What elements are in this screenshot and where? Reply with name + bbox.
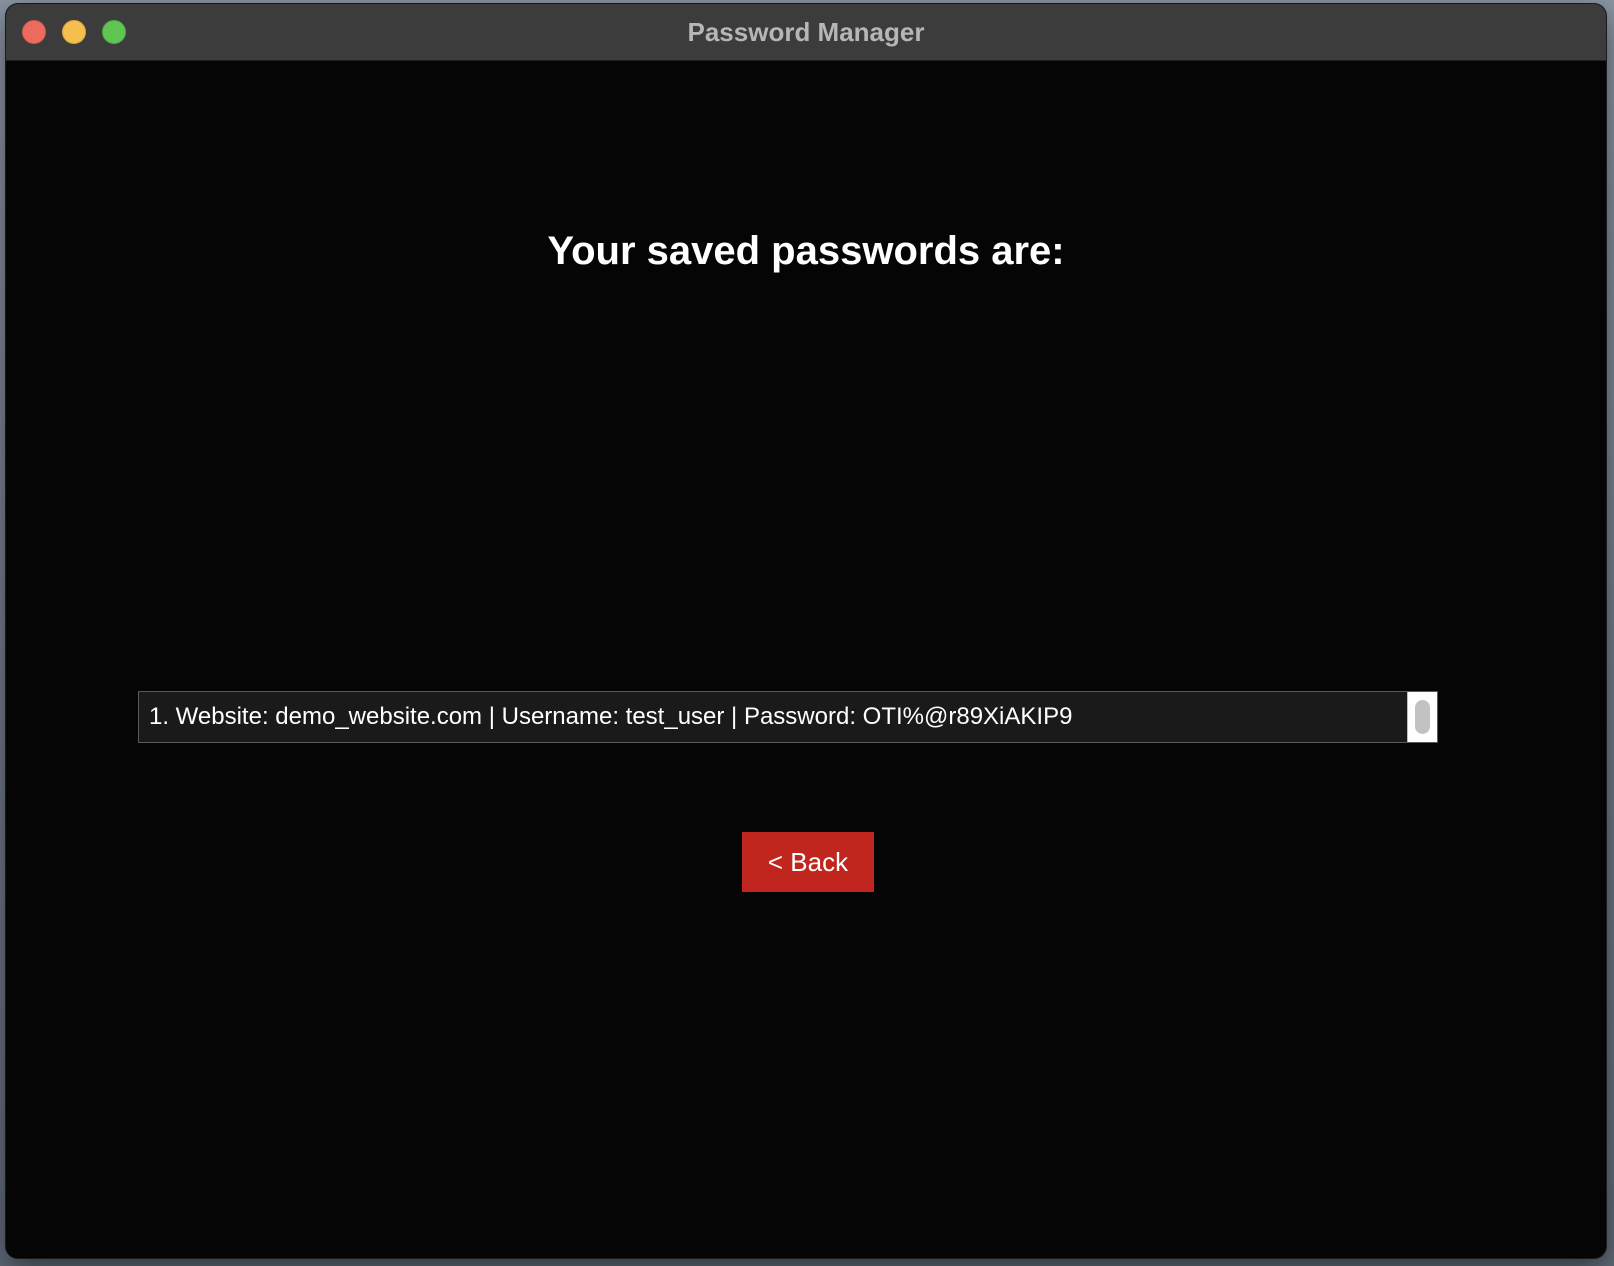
title-bar[interactable]: Password Manager	[6, 4, 1606, 61]
listbox-scrollbar[interactable]	[1407, 692, 1437, 742]
app-window: Password Manager Your saved passwords ar…	[6, 4, 1606, 1258]
back-button[interactable]: < Back	[742, 832, 874, 892]
saved-passwords-listbox[interactable]: 1. Website: demo_website.com | Username:…	[138, 691, 1438, 743]
scrollbar-thumb[interactable]	[1415, 700, 1430, 734]
window-title: Password Manager	[687, 17, 925, 47]
page-heading: Your saved passwords are:	[547, 229, 1065, 273]
main-content: Your saved passwords are: 1. Website: de…	[6, 61, 1606, 1258]
list-item[interactable]: 1. Website: demo_website.com | Username:…	[149, 692, 1072, 742]
